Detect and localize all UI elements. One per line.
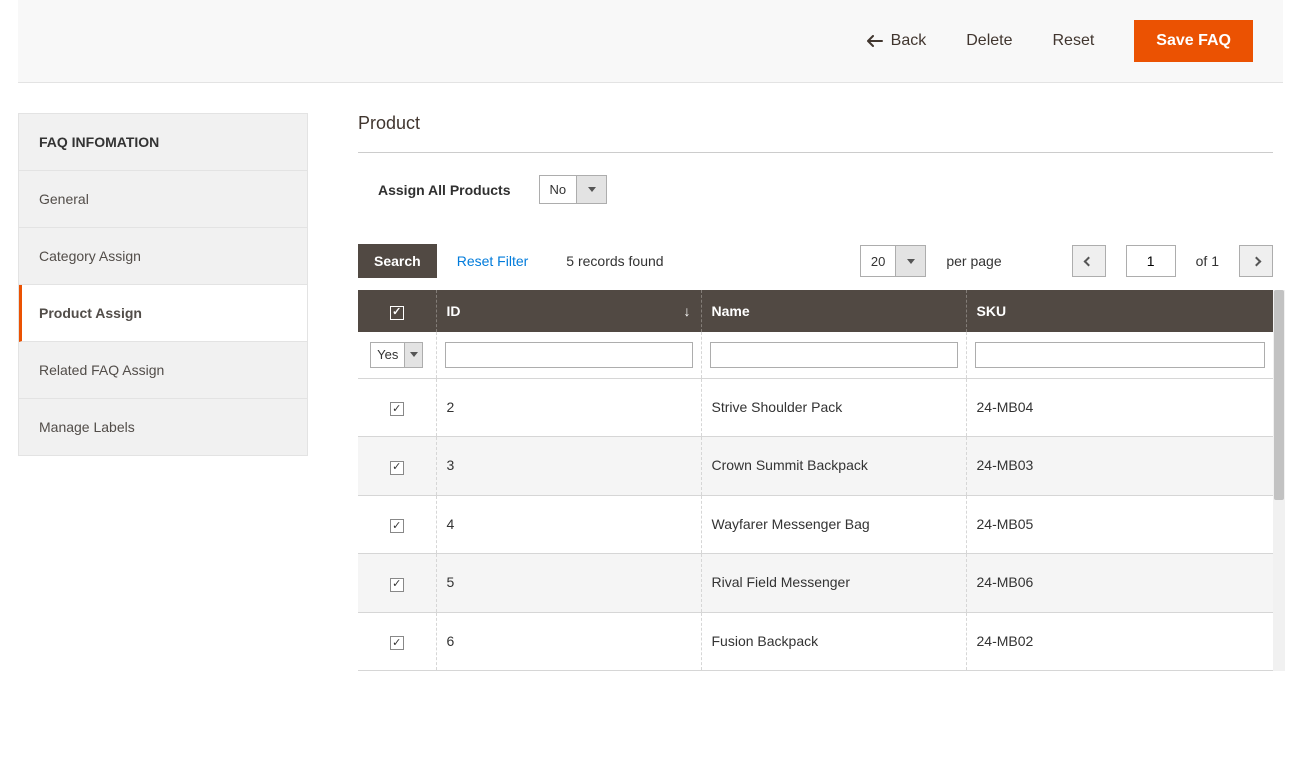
cell-name: Crown Summit Backpack [701, 437, 966, 496]
chevron-down-icon [895, 246, 925, 276]
cell-name: Rival Field Messenger [701, 554, 966, 613]
sidebar: FAQ INFOMATION General Category Assign P… [18, 113, 308, 456]
table-row[interactable]: 5 Rival Field Messenger 24-MB06 [358, 554, 1273, 613]
column-header-name[interactable]: Name [701, 290, 966, 332]
filter-checkbox-select[interactable]: Yes [370, 342, 423, 368]
cell-id: 3 [436, 437, 701, 496]
column-header-id[interactable]: ID↓ [436, 290, 701, 332]
sort-desc-icon: ↓ [684, 303, 691, 319]
content-area: Product Assign All Products No Search Re… [358, 113, 1283, 671]
column-header-sku[interactable]: SKU [966, 290, 1273, 332]
select-all-checkbox[interactable] [390, 306, 404, 320]
prev-page-button[interactable] [1072, 245, 1106, 277]
chevron-right-icon [1251, 256, 1261, 266]
row-checkbox[interactable] [390, 578, 404, 592]
table-row[interactable]: 6 Fusion Backpack 24-MB02 [358, 612, 1273, 671]
product-grid: ID↓ Name SKU Yes [358, 290, 1273, 671]
cell-sku: 24-MB04 [966, 378, 1273, 437]
page-total-label: of 1 [1196, 253, 1219, 269]
back-button[interactable]: Back [867, 32, 927, 50]
back-label: Back [891, 32, 927, 50]
page-number-input[interactable] [1126, 245, 1176, 277]
grid-toolbar: Search Reset Filter 5 records found 20 p… [358, 244, 1273, 278]
save-faq-button[interactable]: Save FAQ [1134, 20, 1253, 62]
sidebar-item-manage-labels[interactable]: Manage Labels [19, 399, 307, 455]
filter-row: Yes [358, 332, 1273, 379]
reset-filter-link[interactable]: Reset Filter [457, 253, 529, 269]
cell-sku: 24-MB06 [966, 554, 1273, 613]
page-actions-bar: Back Delete Reset Save FAQ [18, 0, 1283, 83]
chevron-down-icon [576, 176, 606, 203]
cell-name: Wayfarer Messenger Bag [701, 495, 966, 554]
select-value: No [540, 176, 577, 203]
sidebar-item-category-assign[interactable]: Category Assign [19, 228, 307, 285]
filter-name-input[interactable] [710, 342, 958, 368]
assign-all-products-select[interactable]: No [539, 175, 608, 204]
row-checkbox[interactable] [390, 402, 404, 416]
cell-sku: 24-MB05 [966, 495, 1273, 554]
table-row[interactable]: 3 Crown Summit Backpack 24-MB03 [358, 437, 1273, 496]
delete-button[interactable]: Delete [966, 32, 1012, 50]
cell-id: 4 [436, 495, 701, 554]
table-row[interactable]: 2 Strive Shoulder Pack 24-MB04 [358, 378, 1273, 437]
arrow-left-icon [867, 35, 883, 47]
row-checkbox[interactable] [390, 519, 404, 533]
filter-id-input[interactable] [445, 342, 693, 368]
sidebar-title: FAQ INFOMATION [19, 114, 307, 171]
search-button[interactable]: Search [358, 244, 437, 278]
per-page-label: per page [946, 253, 1001, 269]
cell-name: Fusion Backpack [701, 612, 966, 671]
per-page-select[interactable]: 20 [860, 245, 926, 277]
column-header-checkbox[interactable] [358, 290, 436, 332]
scrollbar[interactable] [1273, 290, 1285, 671]
scrollbar-thumb[interactable] [1274, 290, 1284, 500]
per-page-value: 20 [861, 246, 895, 276]
cell-id: 6 [436, 612, 701, 671]
section-title: Product [358, 113, 1273, 153]
assign-all-products-row: Assign All Products No [358, 175, 1273, 204]
row-checkbox[interactable] [390, 461, 404, 475]
cell-id: 2 [436, 378, 701, 437]
filter-sku-input[interactable] [975, 342, 1266, 368]
chevron-down-icon [404, 343, 422, 367]
cell-sku: 24-MB02 [966, 612, 1273, 671]
next-page-button[interactable] [1239, 245, 1273, 277]
reset-button[interactable]: Reset [1053, 32, 1095, 50]
sidebar-item-related-faq-assign[interactable]: Related FAQ Assign [19, 342, 307, 399]
sidebar-item-general[interactable]: General [19, 171, 307, 228]
cell-id: 5 [436, 554, 701, 613]
cell-sku: 24-MB03 [966, 437, 1273, 496]
records-found-label: 5 records found [566, 253, 663, 269]
sidebar-item-product-assign[interactable]: Product Assign [19, 285, 307, 342]
cell-name: Strive Shoulder Pack [701, 378, 966, 437]
assign-all-products-label: Assign All Products [378, 182, 511, 198]
row-checkbox[interactable] [390, 636, 404, 650]
chevron-left-icon [1084, 256, 1094, 266]
table-row[interactable]: 4 Wayfarer Messenger Bag 24-MB05 [358, 495, 1273, 554]
